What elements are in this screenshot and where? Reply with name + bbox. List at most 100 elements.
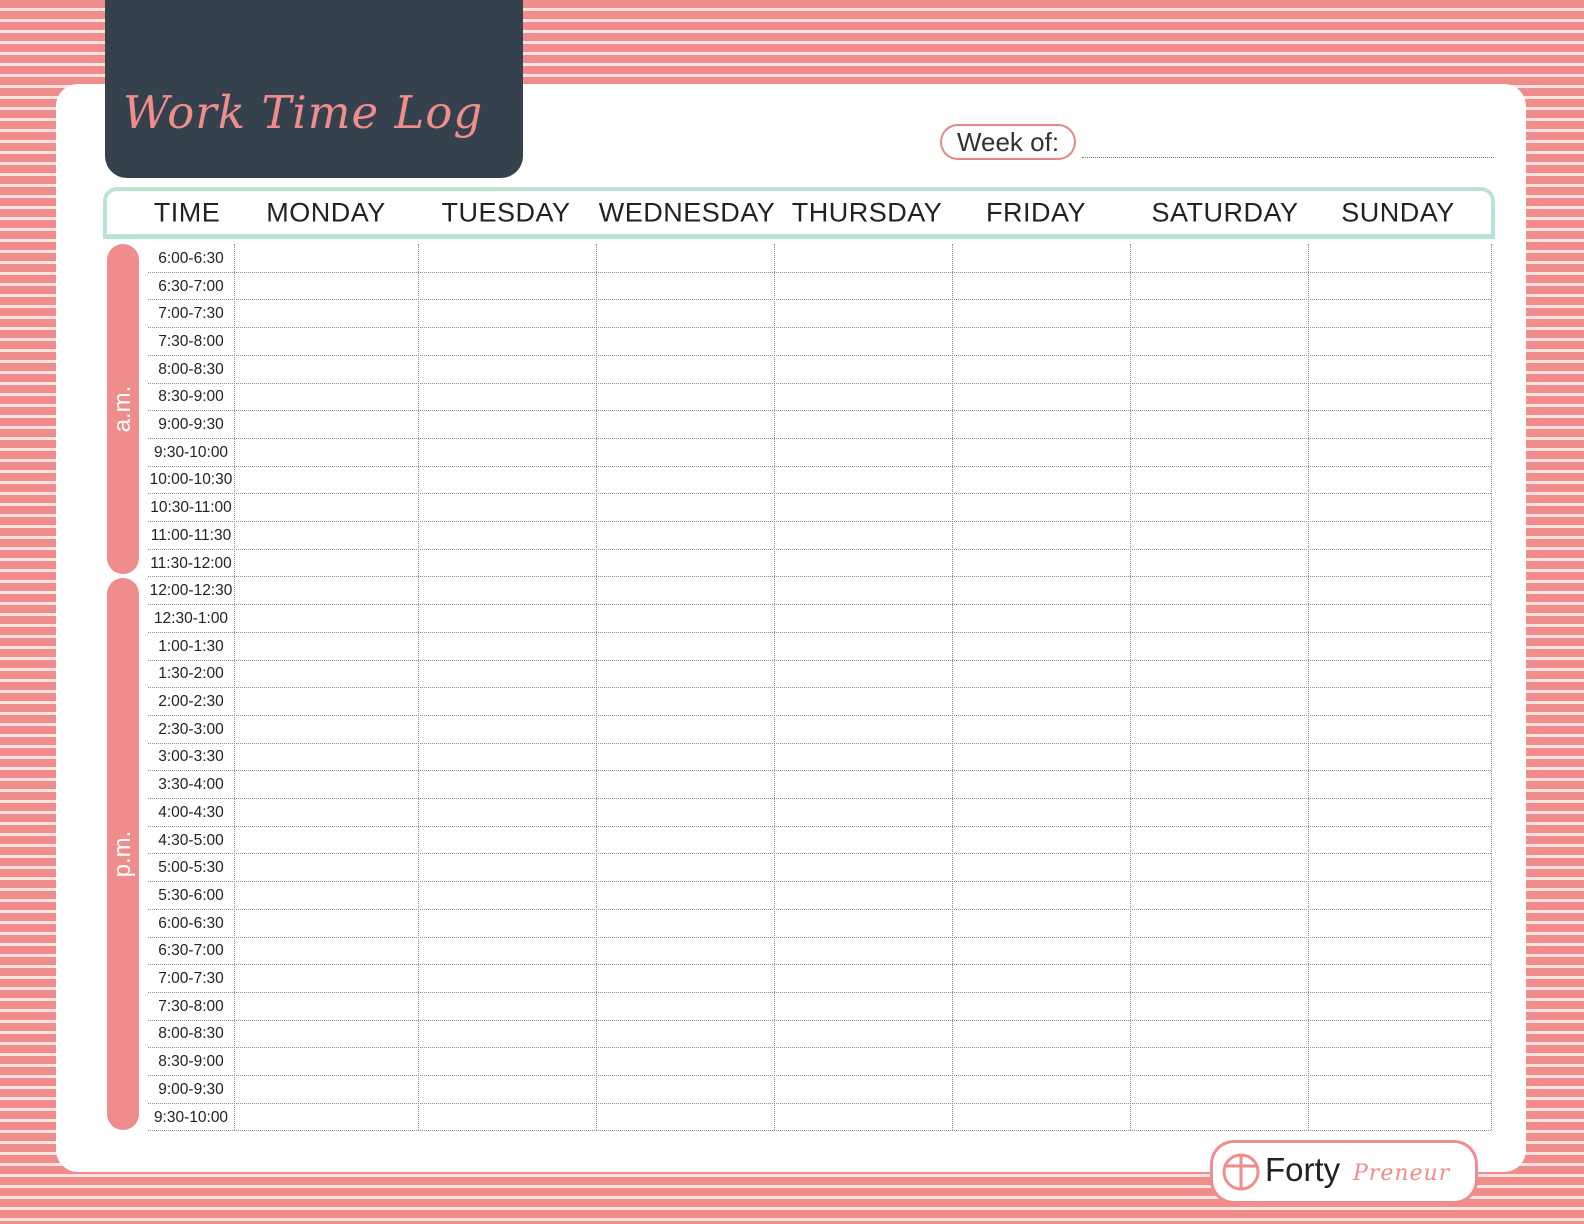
log-entry-cell[interactable] xyxy=(235,384,417,410)
log-entry-cell[interactable] xyxy=(1131,633,1307,659)
log-entry-cell[interactable] xyxy=(1131,245,1307,271)
log-entry-cell[interactable] xyxy=(597,1021,773,1047)
log-entry-cell[interactable] xyxy=(235,716,417,742)
log-entry-cell[interactable] xyxy=(235,577,417,603)
log-entry-cell[interactable] xyxy=(1309,716,1490,742)
log-entry-cell[interactable] xyxy=(1131,1104,1307,1130)
log-entry-cell[interactable] xyxy=(419,965,595,991)
log-entry-cell[interactable] xyxy=(419,1076,595,1102)
log-entry-cell[interactable] xyxy=(419,577,595,603)
log-entry-cell[interactable] xyxy=(1131,522,1307,548)
log-entry-cell[interactable] xyxy=(775,384,951,410)
log-entry-cell[interactable] xyxy=(1309,300,1490,326)
log-entry-cell[interactable] xyxy=(953,273,1129,299)
log-entry-cell[interactable] xyxy=(235,605,417,631)
log-entry-cell[interactable] xyxy=(235,439,417,465)
log-entry-cell[interactable] xyxy=(597,328,773,354)
log-entry-cell[interactable] xyxy=(419,633,595,659)
log-entry-cell[interactable] xyxy=(235,799,417,825)
log-entry-cell[interactable] xyxy=(1309,827,1490,853)
log-entry-cell[interactable] xyxy=(597,910,773,936)
log-entry-cell[interactable] xyxy=(1309,1104,1490,1130)
log-entry-cell[interactable] xyxy=(775,494,951,520)
log-entry-cell[interactable] xyxy=(953,1048,1129,1074)
log-entry-cell[interactable] xyxy=(775,1104,951,1130)
log-entry-cell[interactable] xyxy=(953,494,1129,520)
log-entry-cell[interactable] xyxy=(1309,965,1490,991)
log-entry-cell[interactable] xyxy=(235,965,417,991)
log-entry-cell[interactable] xyxy=(235,661,417,687)
log-entry-cell[interactable] xyxy=(597,993,773,1019)
log-entry-cell[interactable] xyxy=(597,522,773,548)
log-entry-cell[interactable] xyxy=(953,744,1129,770)
log-entry-cell[interactable] xyxy=(953,577,1129,603)
log-entry-cell[interactable] xyxy=(235,328,417,354)
log-entry-cell[interactable] xyxy=(419,605,595,631)
log-entry-cell[interactable] xyxy=(235,938,417,964)
log-entry-cell[interactable] xyxy=(775,1048,951,1074)
log-entry-cell[interactable] xyxy=(235,744,417,770)
log-entry-cell[interactable] xyxy=(419,384,595,410)
log-entry-cell[interactable] xyxy=(1309,577,1490,603)
log-entry-cell[interactable] xyxy=(953,411,1129,437)
log-entry-cell[interactable] xyxy=(1309,1076,1490,1102)
log-entry-cell[interactable] xyxy=(953,882,1129,908)
log-entry-cell[interactable] xyxy=(1309,938,1490,964)
log-entry-cell[interactable] xyxy=(597,384,773,410)
log-entry-cell[interactable] xyxy=(1131,661,1307,687)
log-entry-cell[interactable] xyxy=(775,827,951,853)
log-entry-cell[interactable] xyxy=(597,439,773,465)
log-entry-cell[interactable] xyxy=(597,771,773,797)
log-entry-cell[interactable] xyxy=(1309,744,1490,770)
log-entry-cell[interactable] xyxy=(419,882,595,908)
log-entry-cell[interactable] xyxy=(1131,273,1307,299)
log-entry-cell[interactable] xyxy=(775,799,951,825)
log-entry-cell[interactable] xyxy=(1131,882,1307,908)
log-entry-cell[interactable] xyxy=(1309,384,1490,410)
log-entry-cell[interactable] xyxy=(953,300,1129,326)
log-entry-cell[interactable] xyxy=(419,550,595,576)
log-entry-cell[interactable] xyxy=(953,827,1129,853)
log-entry-cell[interactable] xyxy=(419,245,595,271)
log-entry-cell[interactable] xyxy=(1309,854,1490,880)
log-entry-cell[interactable] xyxy=(953,661,1129,687)
log-entry-cell[interactable] xyxy=(953,328,1129,354)
log-entry-cell[interactable] xyxy=(775,716,951,742)
log-entry-cell[interactable] xyxy=(1309,411,1490,437)
log-entry-cell[interactable] xyxy=(419,993,595,1019)
log-entry-cell[interactable] xyxy=(419,300,595,326)
log-entry-cell[interactable] xyxy=(775,882,951,908)
log-entry-cell[interactable] xyxy=(419,771,595,797)
log-entry-cell[interactable] xyxy=(953,1021,1129,1047)
log-entry-cell[interactable] xyxy=(1131,827,1307,853)
log-entry-cell[interactable] xyxy=(775,688,951,714)
log-entry-cell[interactable] xyxy=(235,494,417,520)
log-entry-cell[interactable] xyxy=(953,716,1129,742)
log-entry-cell[interactable] xyxy=(1309,688,1490,714)
log-entry-cell[interactable] xyxy=(1309,1048,1490,1074)
log-entry-cell[interactable] xyxy=(953,854,1129,880)
log-entry-cell[interactable] xyxy=(597,550,773,576)
log-entry-cell[interactable] xyxy=(419,356,595,382)
log-entry-cell[interactable] xyxy=(953,467,1129,493)
log-entry-cell[interactable] xyxy=(1131,494,1307,520)
log-entry-cell[interactable] xyxy=(1309,550,1490,576)
log-entry-cell[interactable] xyxy=(1309,882,1490,908)
log-entry-cell[interactable] xyxy=(235,356,417,382)
log-entry-cell[interactable] xyxy=(775,771,951,797)
log-entry-cell[interactable] xyxy=(597,1048,773,1074)
log-entry-cell[interactable] xyxy=(953,605,1129,631)
log-entry-cell[interactable] xyxy=(1131,300,1307,326)
log-entry-cell[interactable] xyxy=(1131,605,1307,631)
log-entry-cell[interactable] xyxy=(235,273,417,299)
log-entry-cell[interactable] xyxy=(235,1104,417,1130)
log-entry-cell[interactable] xyxy=(953,384,1129,410)
log-entry-cell[interactable] xyxy=(419,1048,595,1074)
log-entry-cell[interactable] xyxy=(775,356,951,382)
log-entry-cell[interactable] xyxy=(1131,411,1307,437)
log-entry-cell[interactable] xyxy=(1131,688,1307,714)
log-entry-cell[interactable] xyxy=(419,328,595,354)
log-entry-cell[interactable] xyxy=(953,1104,1129,1130)
log-entry-cell[interactable] xyxy=(235,522,417,548)
log-entry-cell[interactable] xyxy=(235,688,417,714)
